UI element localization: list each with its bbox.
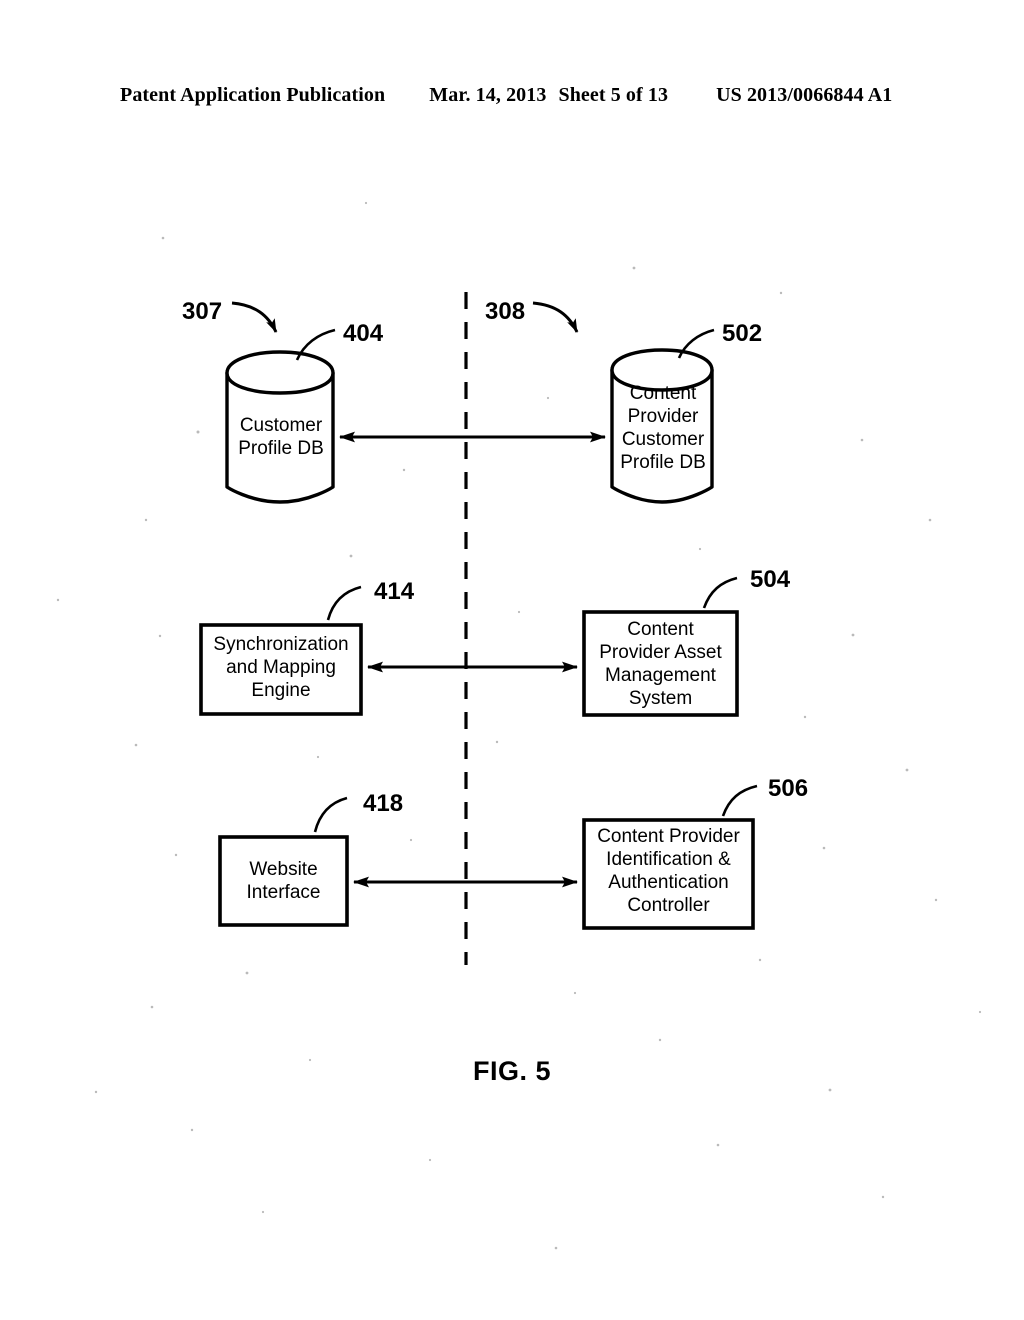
ref-numeral-414: 414 [374, 578, 415, 605]
ref-numeral-307: 307 [182, 298, 223, 325]
leader-line-418 [313, 796, 348, 833]
leader-line-506 [721, 784, 758, 817]
node-label-customer-profile-db: Customer Profile DB [238, 415, 324, 459]
ref-numeral-502: 502 [722, 320, 763, 347]
region-307-pointer-arrow [231, 301, 278, 333]
leader-line-504 [702, 576, 738, 609]
node-label-synchronization-and-mapping-engine: Synchronization and Mapping Engine [213, 634, 349, 701]
figure-vector-canvas [199, 292, 758, 965]
node-label-website-interface: Website Interface [246, 859, 321, 903]
figure-caption: FIG. 5 [472, 1056, 551, 1086]
ref-numeral-308: 308 [485, 298, 526, 325]
leader-line-414 [326, 585, 362, 621]
node-label-content-provider-asset-management-system: Content Provider Asset Management System [599, 619, 722, 709]
node-label-content-provider-customer-profile-db: Content Provider Customer Profile DB [620, 383, 706, 473]
ref-numeral-418: 418 [363, 790, 404, 817]
node-label-content-provider-identification-authentication-controller: Content Provider Identification & Authen… [597, 826, 740, 916]
ref-numeral-404: 404 [343, 320, 384, 347]
patent-figure-5: 307 404 308 502 414 504 418 506 Customer… [0, 0, 1024, 1320]
region-308-pointer-arrow [532, 301, 579, 333]
ref-numeral-506: 506 [768, 775, 809, 802]
ref-numeral-504: 504 [750, 566, 791, 593]
